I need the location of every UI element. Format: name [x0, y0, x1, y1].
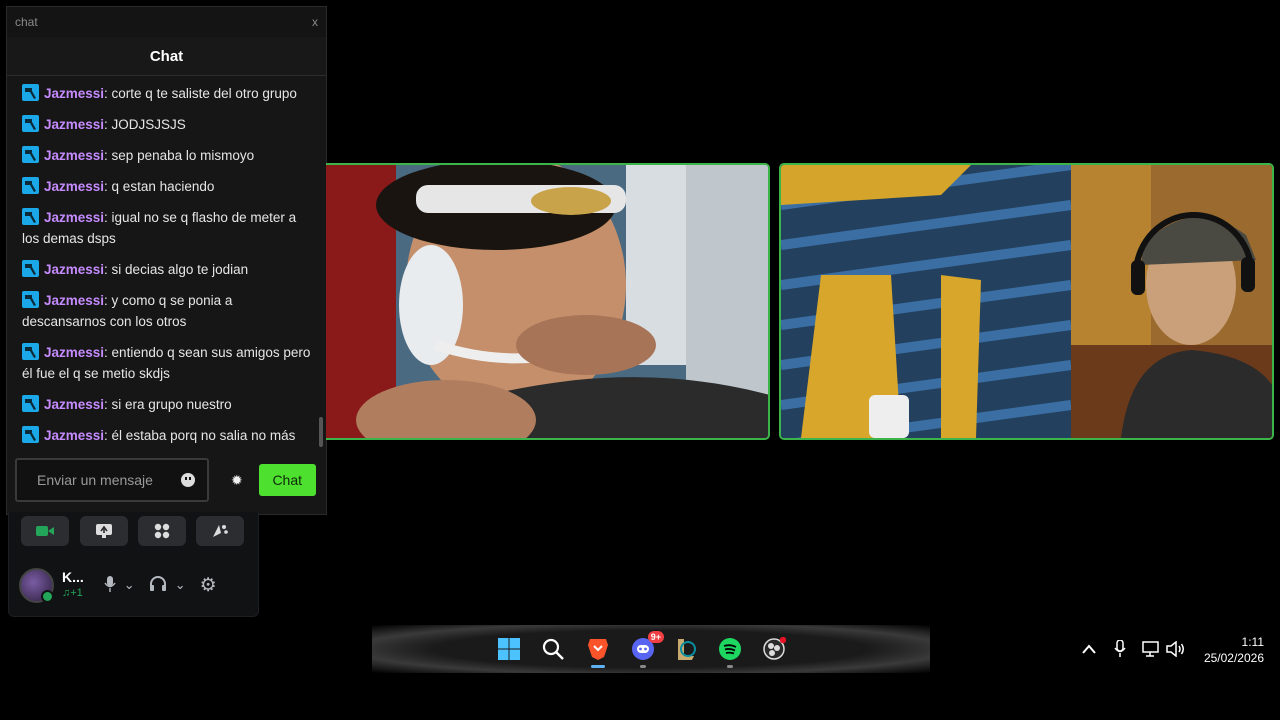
chat-message: Jazmessi: sep penaba lo mismoyo — [22, 145, 312, 166]
chat-username[interactable]: Jazmessi — [44, 210, 104, 225]
voice-panel: K... ♫+1 ⌄ ⌄ ⚙ — [8, 512, 259, 617]
windows-start-icon[interactable] — [496, 636, 522, 662]
moderator-badge-icon — [22, 115, 39, 132]
close-button[interactable]: x — [312, 15, 318, 29]
chat-username[interactable]: Jazmessi — [44, 262, 104, 277]
chat-message-text: : q estan haciendo — [104, 179, 215, 194]
moderator-badge-icon — [22, 208, 39, 225]
microphone-in-use-icon[interactable] — [1107, 636, 1133, 662]
brave-active-indicator — [591, 665, 605, 668]
video-feed-2 — [781, 165, 1272, 438]
show-hidden-icons-chevron-up-icon[interactable] — [1076, 636, 1102, 662]
chat-message: Jazmessi: él estaba porq no salia no más — [22, 425, 312, 446]
avatar[interactable] — [19, 567, 54, 603]
chat-settings-gear-icon[interactable]: ✹ — [231, 472, 243, 489]
chat-message-text: : JODJSJSJS — [104, 117, 186, 132]
moderator-badge-icon — [22, 343, 39, 360]
chat-message: Jazmessi: entiendo q sean sus amigos per… — [22, 342, 312, 384]
moderator-badge-icon — [22, 260, 39, 277]
microphone-icon[interactable] — [104, 575, 116, 595]
moderator-badge-icon — [22, 291, 39, 308]
chat-message-text: : sep penaba lo mismoyo — [104, 148, 255, 163]
activities-button[interactable] — [138, 516, 186, 546]
clock-time: 1:11 — [1241, 635, 1264, 649]
windows-taskbar: 9+ 1:11 25/02/2026 — [0, 625, 1280, 673]
window-titlebar: chat x — [7, 7, 326, 37]
chat-username[interactable]: Jazmessi — [44, 397, 104, 412]
soundboard-icon — [213, 525, 228, 537]
chat-username[interactable]: Jazmessi — [44, 428, 104, 443]
discord-icon[interactable]: 9+ — [630, 631, 664, 668]
soundboard-button[interactable] — [196, 516, 244, 546]
chat-message-text: : si decias algo te jodian — [104, 262, 249, 277]
spotify-icon[interactable] — [717, 636, 743, 668]
moderator-badge-icon — [22, 84, 39, 101]
brave-icon[interactable] — [585, 636, 611, 668]
headphones-icon[interactable] — [149, 575, 167, 595]
discord-notification-badge: 9+ — [647, 631, 664, 643]
chat-username[interactable]: Jazmessi — [44, 179, 104, 194]
league-icon[interactable] — [673, 636, 699, 662]
network-icon[interactable] — [1138, 636, 1164, 662]
moderator-badge-icon — [22, 395, 39, 412]
chat-username[interactable]: Jazmessi — [44, 86, 104, 101]
user-activity-status: ♫+1 — [62, 587, 83, 599]
message-input[interactable] — [35, 471, 179, 489]
chat-message-text: : él estaba porq no salia no más — [104, 428, 296, 443]
chat-username[interactable]: Jazmessi — [44, 345, 104, 360]
chat-message: Jazmessi: JODJSJSJS — [22, 114, 312, 135]
volume-icon[interactable] — [1163, 636, 1189, 662]
audio-options-chevron-down-icon[interactable]: ⌄ — [175, 577, 186, 593]
chat-message-text: : si era grupo nuestro — [104, 397, 232, 412]
screen-share-button[interactable] — [80, 516, 128, 546]
message-input-box[interactable] — [15, 458, 209, 502]
clock-date: 25/02/2026 — [1203, 651, 1264, 665]
send-chat-button[interactable]: Chat — [258, 464, 316, 496]
emoji-icon[interactable] — [181, 473, 195, 487]
moderator-badge-icon — [22, 177, 39, 194]
camera-icon — [36, 526, 54, 536]
chat-composer: ✹ Chat — [15, 457, 318, 503]
moderator-badge-icon — [22, 146, 39, 163]
chat-username[interactable]: Jazmessi — [44, 293, 104, 308]
spotify-indicator — [727, 665, 733, 668]
activities-icon — [154, 523, 170, 539]
discord-indicator — [640, 665, 646, 668]
scrollbar[interactable] — [319, 417, 323, 447]
chat-popout-window: chat x Chat Jazmessi: corte q te saliste… — [6, 6, 327, 515]
username[interactable]: K... ♫+1 — [62, 569, 84, 601]
clock[interactable]: 1:11 25/02/2026 — [1196, 634, 1264, 666]
user-settings-gear-icon[interactable]: ⚙ — [200, 574, 217, 597]
chat-username[interactable]: Jazmessi — [44, 117, 104, 132]
window-title: chat — [15, 15, 38, 29]
screen-share-icon — [96, 524, 112, 538]
chat-message: Jazmessi: corte q te saliste del otro gr… — [22, 83, 312, 104]
video-tile-1[interactable] — [326, 163, 770, 440]
chat-username[interactable]: Jazmessi — [44, 148, 104, 163]
moderator-badge-icon — [22, 426, 39, 443]
chat-message-text: : corte q te saliste del otro grupo — [104, 86, 297, 101]
mic-options-chevron-down-icon[interactable]: ⌄ — [124, 577, 135, 593]
video-feed-1 — [326, 165, 768, 438]
video-tile-2[interactable] — [779, 163, 1274, 440]
chat-message: Jazmessi: igual no se q flasho de meter … — [22, 207, 312, 249]
online-status-dot — [41, 589, 54, 603]
search-icon[interactable] — [540, 636, 566, 662]
message-list[interactable]: Jazmessi: corte q te saliste del otro gr… — [7, 77, 326, 449]
obs-icon[interactable] — [761, 636, 787, 662]
chat-message: Jazmessi: q estan haciendo — [22, 176, 312, 197]
chat-message: Jazmessi: si decias algo te jodian — [22, 259, 312, 280]
username-label: K... — [62, 569, 84, 585]
chat-header: Chat — [7, 37, 326, 76]
user-area: K... ♫+1 ⌄ ⌄ ⚙ — [19, 562, 248, 608]
chat-message: Jazmessi: si era grupo nuestro — [22, 394, 312, 415]
camera-button[interactable] — [21, 516, 69, 546]
chat-message: Jazmessi: y como q se ponia a descansarn… — [22, 290, 312, 332]
